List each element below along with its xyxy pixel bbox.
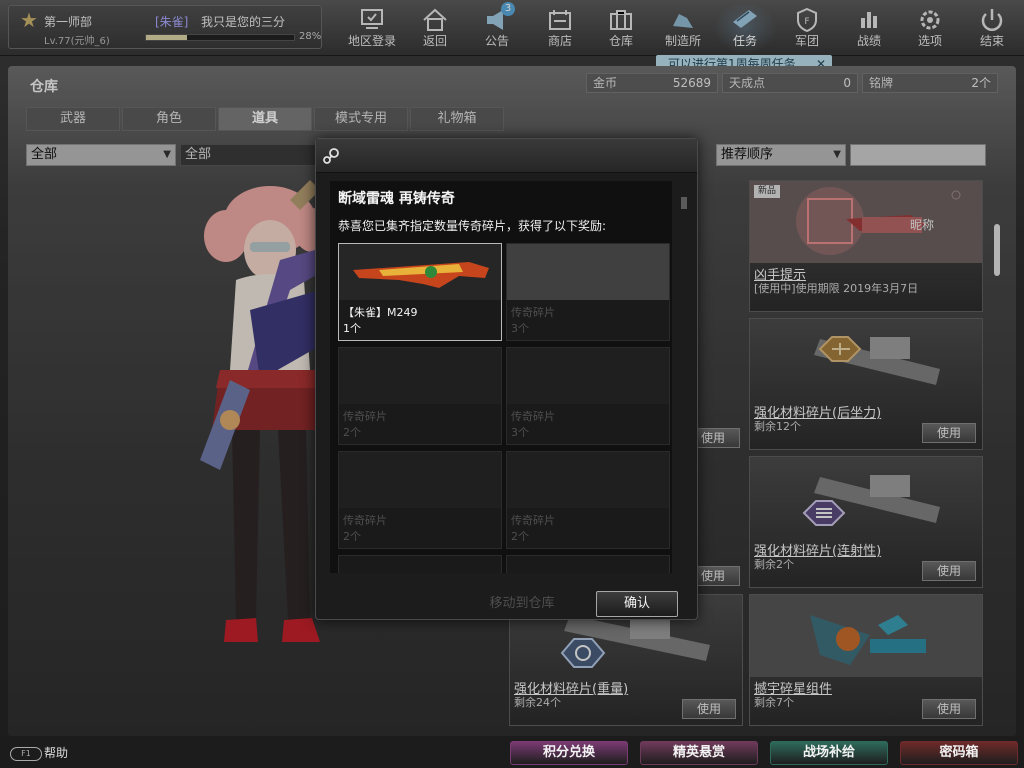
reward-count: 3个 — [511, 322, 529, 335]
fragment-thumbnail — [507, 348, 669, 404]
reward-count: 2个 — [511, 530, 529, 543]
m249-weapon-thumbnail — [339, 244, 501, 300]
confirm-button[interactable]: 确认 — [596, 591, 678, 617]
reward-slot[interactable] — [338, 555, 502, 573]
reward-slot[interactable]: 【朱雀】M249 1个 — [338, 243, 502, 341]
help-key-icon: F1 — [10, 746, 42, 761]
reward-slot[interactable]: 传奇碎片 3个 — [506, 243, 670, 341]
reward-name: 【朱雀】M249 — [343, 306, 418, 319]
help-label: 帮助 — [44, 746, 69, 760]
fragment-thumbnail — [339, 348, 501, 404]
reward-name: 传奇碎片 — [343, 410, 387, 423]
points-exchange-label: 积分兑换 — [542, 745, 595, 760]
reward-slot[interactable]: 传奇碎片 2个 — [506, 451, 670, 549]
elite-bounty-button[interactable]: 精英悬赏 — [640, 741, 758, 765]
password-box-label: 密码箱 — [939, 745, 979, 760]
reward-name: 传奇碎片 — [511, 410, 555, 423]
scroll-thumb[interactable] — [681, 197, 687, 209]
reward-count: 3个 — [511, 426, 529, 439]
reward-slot[interactable]: 传奇碎片 3个 — [506, 347, 670, 445]
battlefield-supply-label: 战场补给 — [802, 745, 855, 760]
battlefield-supply-button[interactable]: 战场补给 — [770, 741, 888, 765]
help-link[interactable]: F1 帮助 — [10, 744, 69, 761]
reward-count: 2个 — [343, 530, 361, 543]
reward-slot[interactable]: 传奇碎片 2个 — [338, 347, 502, 445]
move-to-warehouse-button[interactable]: 移动到仓库 — [468, 591, 576, 617]
reward-name: 传奇碎片 — [343, 514, 387, 527]
password-box-button[interactable]: 密码箱 — [900, 741, 1018, 765]
reward-name: 传奇碎片 — [511, 306, 555, 319]
reward-count: 2个 — [343, 426, 361, 439]
reward-name: 传奇碎片 — [511, 514, 555, 527]
dialog-header — [316, 139, 697, 173]
fragment-thumbnail — [339, 452, 501, 508]
dialog-body: 断域雷魂 再铸传奇 恭喜您已集齐指定数量传奇碎片，获得了以下奖励: 【朱雀】M2… — [330, 181, 672, 573]
points-exchange-button[interactable]: 积分兑换 — [510, 741, 628, 765]
reward-count: 1个 — [343, 322, 361, 335]
dialog-title: 断域雷魂 再铸传奇 — [338, 191, 455, 207]
reward-dialog: 断域雷魂 再铸传奇 恭喜您已集齐指定数量传奇碎片，获得了以下奖励: 【朱雀】M2… — [315, 138, 698, 620]
reward-slot[interactable]: 传奇碎片 2个 — [338, 451, 502, 549]
elite-bounty-label: 精英悬赏 — [672, 745, 725, 760]
reward-slot[interactable] — [506, 555, 670, 573]
dialog-message: 恭喜您已集齐指定数量传奇碎片，获得了以下奖励: — [338, 219, 607, 233]
dialog-scrollbar[interactable] — [679, 183, 689, 575]
steam-icon — [323, 148, 339, 164]
fragment-thumbnail — [507, 452, 669, 508]
fragment-thumbnail — [507, 244, 669, 300]
